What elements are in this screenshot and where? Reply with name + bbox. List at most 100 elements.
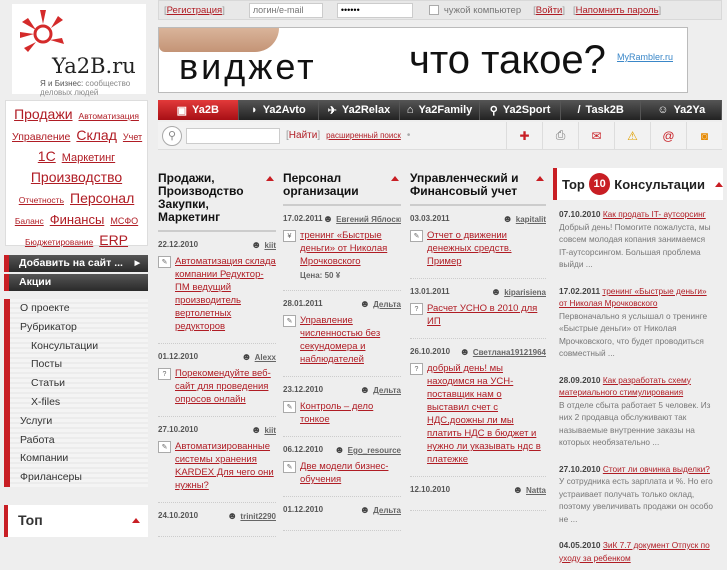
collapse-icon[interactable] [391, 176, 399, 181]
author-link[interactable]: trinit2290 [227, 511, 276, 522]
author-link[interactable]: Natta [512, 485, 546, 496]
list-item: 12.10.2010 Natta [410, 477, 546, 511]
tag-link[interactable]: 1С [38, 148, 56, 164]
tab-ya2ya[interactable]: ☺ Ya2Ya [641, 100, 723, 120]
question-icon: ? [410, 303, 423, 315]
menu-item-services[interactable]: Услуги [10, 412, 148, 431]
item-excerpt: У сотрудника есть зарплата и %. Но его у… [559, 476, 713, 524]
list-item: 28.01.2011 Дельта ✎ Управление численностью… [283, 291, 401, 377]
tab-task2b[interactable]: / Task2B [560, 100, 642, 120]
banner-link[interactable]: MyRambler.ru [617, 52, 673, 62]
author-link[interactable]: kiit [251, 240, 276, 251]
menu-item-freelancers[interactable]: Фрилансеры [10, 468, 148, 487]
collapse-icon[interactable] [266, 176, 274, 181]
menu-item-consultations[interactable]: Консультации [10, 337, 148, 356]
collapse-icon[interactable] [536, 176, 544, 181]
register-link[interactable]: Регистрация [167, 5, 223, 16]
menu-item-jobs[interactable]: Работа [10, 431, 148, 450]
item-link[interactable]: Порекомендуйте веб-сайт для проведения о… [175, 367, 276, 406]
car-icon: ◗ [251, 104, 258, 116]
menu-item-posts[interactable]: Посты [10, 355, 148, 374]
tag-link[interactable]: Учет [123, 132, 142, 142]
tab-ya2avto[interactable]: ◗ Ya2Avto [238, 100, 320, 120]
author-link[interactable]: Дельта [360, 299, 401, 310]
item-link[interactable]: Управление численностью без секундомера … [300, 314, 401, 366]
tag-link[interactable]: Баланс [15, 216, 44, 226]
tag-link[interactable]: Продажи [14, 106, 72, 122]
tag-link[interactable]: Персонал [70, 190, 134, 206]
item-date: 06.12.2010 [283, 445, 324, 454]
remind-password-link[interactable]: Напомнить пароль [576, 5, 659, 16]
author-link[interactable]: Дельта [360, 505, 401, 516]
article-icon: ✎ [410, 230, 423, 242]
tab-ya2sport[interactable]: ⚲ Ya2Sport [480, 100, 561, 120]
menu-item-about[interactable]: О проекте [10, 299, 148, 318]
price-icon: ¥ [283, 230, 296, 242]
author-link[interactable]: kiit [251, 425, 276, 436]
tag-link[interactable]: Финансы [50, 212, 105, 227]
tab-label: Ya2Sport [502, 104, 551, 116]
menu-item-articles[interactable]: Статьи [10, 374, 148, 393]
password-input[interactable] [336, 2, 413, 18]
advanced-search-link[interactable]: расширенный поиск [326, 131, 401, 140]
tab-ya2relax[interactable]: ✈ Ya2Relax [319, 100, 400, 120]
menu-item-xfiles[interactable]: X-files [10, 393, 148, 412]
item-link[interactable]: Как продать IT- аутсорсинг [603, 209, 706, 219]
tag-link[interactable]: Отчетность [19, 195, 64, 205]
item-date: 28.09.2010 [559, 374, 601, 385]
find-button[interactable]: Найти [289, 130, 318, 141]
foreign-pc-checkbox[interactable] [428, 5, 439, 15]
rss-icon[interactable]: ◙ [686, 121, 722, 150]
tag-link[interactable]: Производство [31, 169, 122, 185]
warning-icon[interactable]: ⚠ [614, 121, 650, 150]
promo-menu[interactable]: Акции [4, 274, 148, 291]
print-icon[interactable]: ⎙ [542, 121, 578, 150]
author-link[interactable]: Светлана19121964 [459, 347, 546, 358]
item-link[interactable]: Отчет о движении денежных средств. Приме… [427, 229, 546, 268]
search-icon[interactable]: ⚲ [162, 125, 182, 146]
item-link[interactable]: Две модели бизнес-обучения [300, 460, 401, 486]
item-link[interactable]: Автоматизированные системы хранения KARD… [175, 440, 276, 492]
tab-ya2b[interactable]: ▣ Ya2B [158, 100, 239, 120]
tag-link[interactable]: Управление [12, 131, 70, 143]
item-link[interactable]: тренинг «Быстрые деньги» от Николая Мроч… [300, 229, 401, 268]
author-link[interactable]: Ego_resource [334, 445, 401, 456]
author-link[interactable]: kapitalit [502, 214, 546, 225]
item-link[interactable]: Автоматизация склада компании Редуктор-П… [175, 255, 276, 333]
search-input[interactable] [186, 127, 280, 144]
tag-link[interactable]: ERP [99, 232, 128, 248]
login-button[interactable]: Войти [536, 5, 563, 16]
item-link[interactable]: Стоит ли овчинка выделки? [603, 464, 710, 474]
item-link[interactable]: Расчет УСНО в 2010 для ИП [427, 302, 546, 328]
list-item: 01.12.2010 Alexx? Порекомендуйте веб-сайт … [158, 344, 276, 417]
tag-link[interactable]: Бюджетирование [25, 237, 93, 247]
author-link[interactable]: kiparisiena [491, 287, 546, 298]
author-link[interactable]: Евгений Яблоcкин [323, 214, 401, 225]
question-icon: ? [158, 368, 171, 380]
item-date: 12.10.2010 [410, 485, 451, 494]
add-bookmark-icon[interactable]: ✚ [506, 121, 542, 150]
collapse-icon[interactable] [132, 518, 140, 523]
add-to-site-label: Добавить на сайт ... [19, 257, 123, 269]
tag-link[interactable]: МСФО [110, 216, 138, 226]
email-icon[interactable]: @ [650, 121, 686, 150]
list-item: 24.10.2010 trinit2290 [158, 503, 276, 537]
author-link[interactable]: Дельта [360, 385, 401, 396]
site-logo[interactable]: Ya2B.ru Я и Бизнес: сообщество деловых л… [12, 4, 146, 97]
login-input[interactable] [248, 2, 323, 18]
tag-link[interactable]: Маркетинг [62, 152, 115, 164]
tag-link[interactable]: Автоматизация [79, 111, 139, 121]
author-link[interactable]: Alexx [241, 352, 276, 363]
item-link[interactable]: Контроль – дело тонкое [300, 400, 401, 426]
tab-ya2family[interactable]: ⌂ Ya2Family [399, 100, 481, 120]
price-label: Цена: [300, 271, 323, 280]
question-icon: ? [410, 363, 423, 375]
collapse-icon[interactable] [715, 181, 723, 187]
ad-banner[interactable]: виджет что такое? MyRambler.ru [158, 27, 688, 93]
item-link[interactable]: добрый день! мы находимся на УСН-поставщ… [427, 362, 546, 466]
send-mail-icon[interactable]: ✉ [578, 121, 614, 150]
menu-item-companies[interactable]: Компании [10, 449, 148, 468]
add-to-site-menu[interactable]: Добавить на сайт ... ▶ [4, 255, 148, 272]
tag-link[interactable]: Склад [76, 127, 117, 143]
menu-item-rubricator[interactable]: Рубрикатор [10, 318, 148, 337]
